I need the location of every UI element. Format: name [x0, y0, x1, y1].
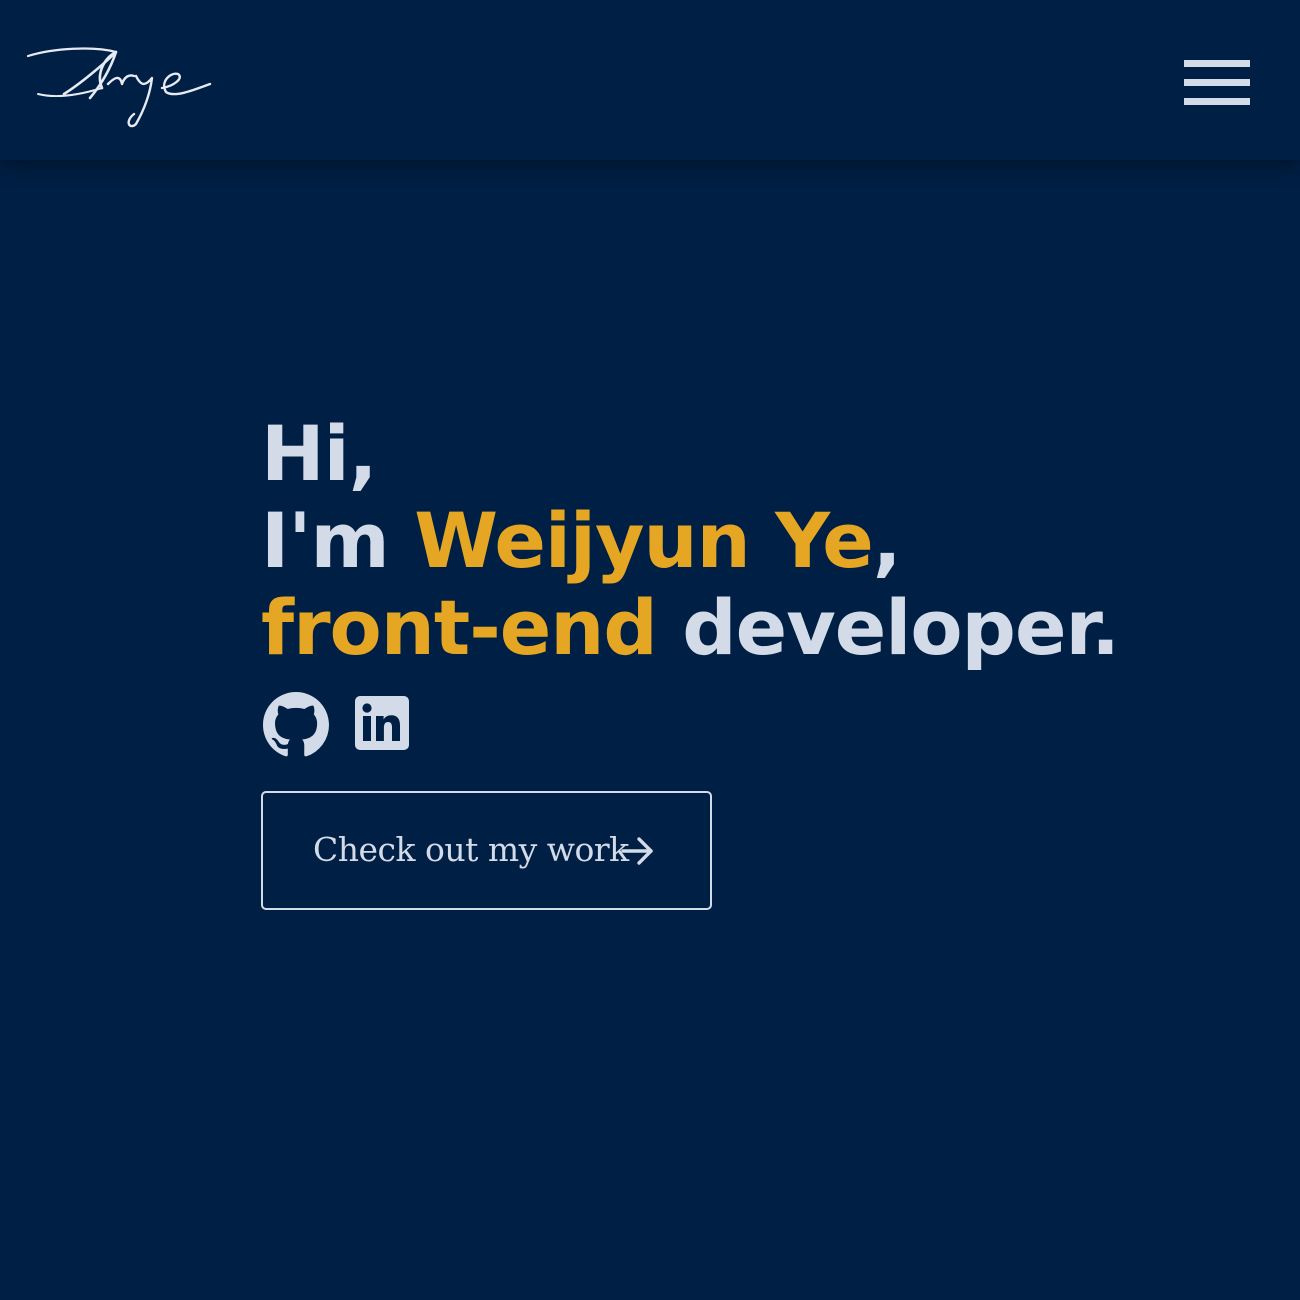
name-line: I'm Weijyun Ye,: [261, 497, 1161, 584]
hero-section: Hi, I'm Weijyun Ye, front-end developer.…: [261, 410, 1161, 910]
intro-suffix: ,: [872, 496, 902, 585]
role-highlight: front-end: [261, 583, 658, 672]
menu-button[interactable]: [1180, 56, 1254, 110]
signature-logo[interactable]: [24, 44, 216, 130]
hamburger-menu-icon: [1184, 60, 1250, 67]
greeting-text: Hi,: [261, 409, 378, 498]
check-out-work-button[interactable]: Check out my work: [261, 791, 712, 910]
arrow-right-icon: [620, 835, 656, 871]
role-suffix: developer.: [656, 583, 1120, 672]
site-header: [0, 0, 1300, 160]
hero-headline: Hi, I'm Weijyun Ye, front-end developer.: [261, 410, 1161, 671]
cta-label: Check out my work: [313, 830, 629, 869]
linkedin-icon: [355, 696, 409, 750]
name-highlight: Weijyun Ye: [414, 496, 874, 585]
role-line: front-end developer.: [261, 584, 1161, 671]
linkedin-link[interactable]: [355, 696, 409, 750]
hamburger-menu-icon-bar: [1184, 98, 1250, 105]
github-link[interactable]: [263, 692, 329, 758]
github-icon: [263, 692, 329, 757]
hamburger-menu-icon-bar: [1184, 79, 1250, 86]
greeting-line: Hi,: [261, 410, 1161, 497]
intro-prefix: I'm: [261, 496, 415, 585]
